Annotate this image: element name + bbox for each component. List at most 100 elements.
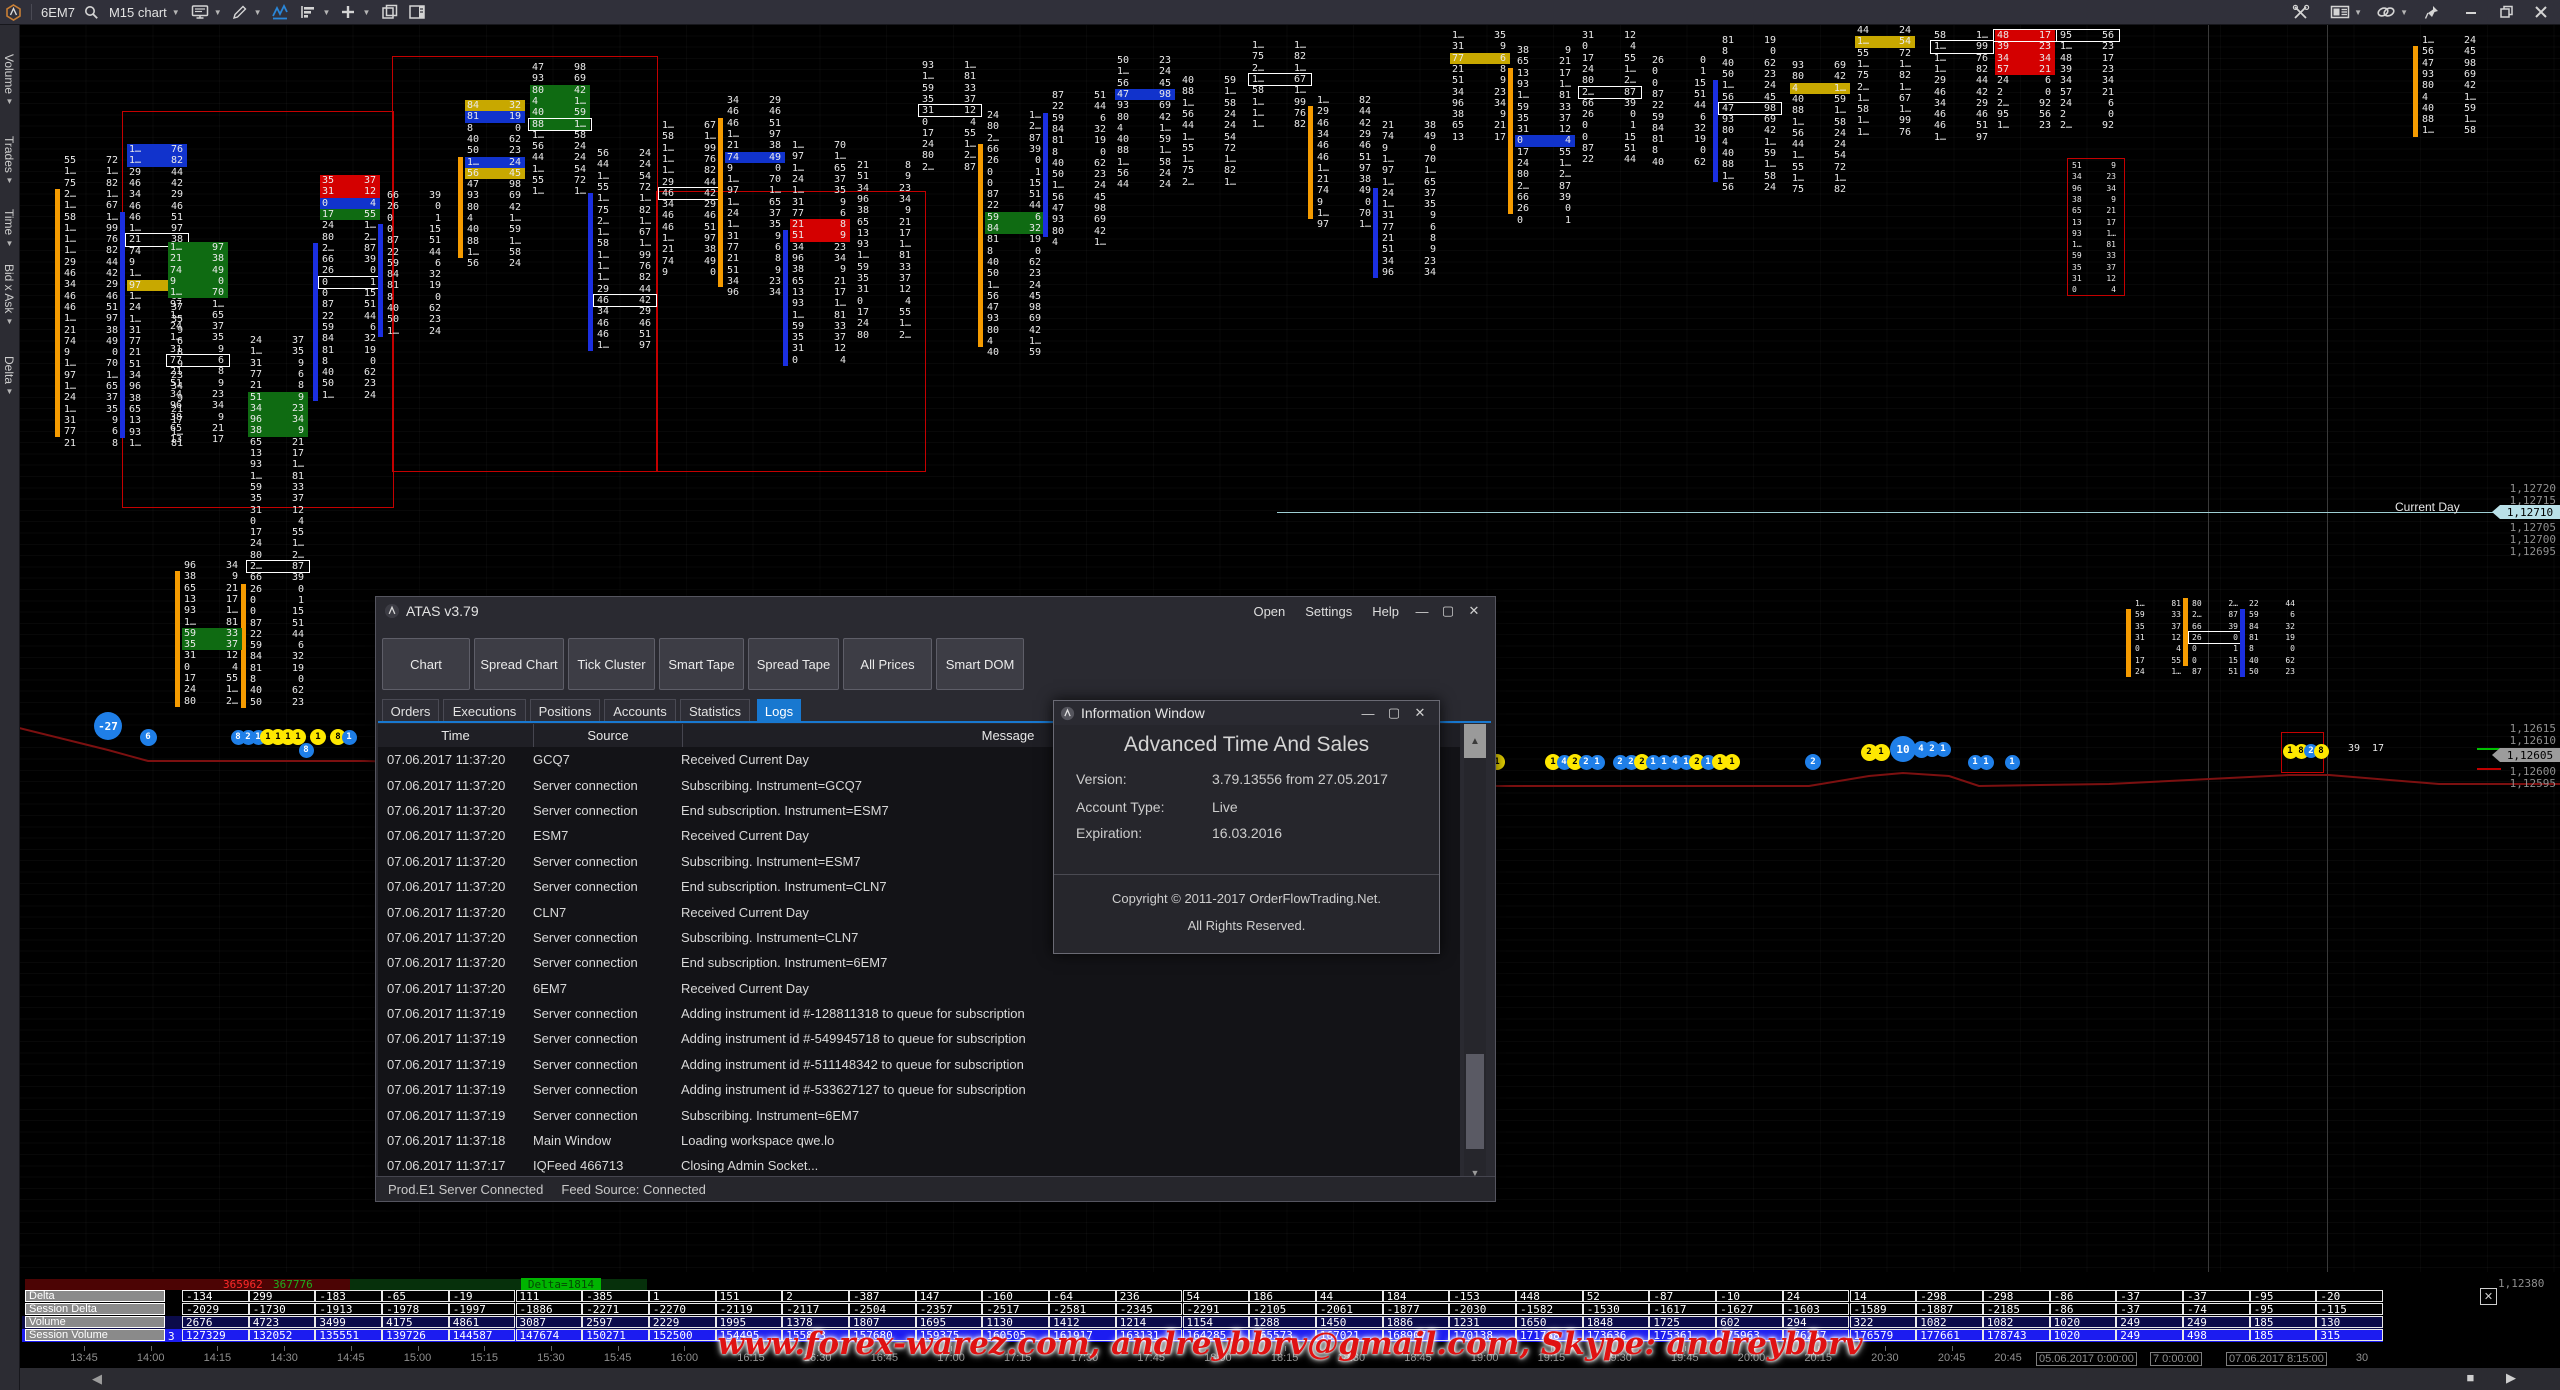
link-icon[interactable] [2376,2,2396,22]
log-row[interactable]: 07.06.2017 11:37:19Server connectionAddi… [378,1001,1460,1026]
column-header-source[interactable]: Source [534,724,683,747]
close-window-icon[interactable] [2531,2,2551,22]
maximize-button[interactable]: ▢ [1435,603,1461,619]
price-tag-arrow [2492,748,2500,762]
indicator-cell: 1 [649,1290,716,1302]
tools-icon[interactable] [2291,2,2311,22]
sidebar-item-delta[interactable]: Delta ▼ [2,356,16,396]
chevron-down-icon[interactable]: ▼ [2400,8,2408,17]
time-tick [217,1346,218,1351]
horizontal-scrollbar[interactable]: ◀ ■ ▶ [19,1368,2560,1390]
pin-icon[interactable] [2422,2,2442,22]
indicator-cell: 139726 [382,1329,449,1341]
tab-statistics[interactable]: Statistics [680,699,750,722]
chevron-down-icon[interactable]: ▼ [362,8,370,17]
copyright-line-2: All Rights Reserved. [1054,918,1439,933]
window-button-spread-tape[interactable]: Spread Tape [748,638,839,690]
tab-executions[interactable]: Executions [443,699,526,722]
add-indicator-icon[interactable] [338,2,358,22]
chevron-down-icon[interactable]: ▼ [214,8,222,17]
chevron-down-icon[interactable]: ▼ [2354,8,2362,17]
info-window-title-bar[interactable]: Information Window — ▢ ✕ [1054,701,1439,725]
column-header-time[interactable]: Time [378,724,534,747]
window-list-icon[interactable] [2330,2,2350,22]
log-row[interactable]: 07.06.2017 11:37:19Server connectionAddi… [378,1026,1460,1051]
log-row[interactable]: 07.06.2017 11:37:17IQFeed 466713Closing … [378,1153,1460,1178]
indicator-cell: -1978 [382,1303,449,1315]
menu-settings[interactable]: Settings [1305,604,1352,619]
panel-close-icon[interactable]: ✕ [2480,1288,2497,1305]
line-chart-icon[interactable] [270,2,290,22]
maximize-button[interactable]: ▢ [1381,705,1407,721]
instrument-label[interactable]: 6EM7 [41,5,75,20]
close-button[interactable]: ✕ [1461,603,1487,619]
indicator-cell: -183 [315,1290,382,1302]
menu-open[interactable]: Open [1253,604,1285,619]
log-row[interactable]: 07.06.2017 11:37:206EM7Received Current … [378,976,1460,1001]
dialog-title-bar[interactable]: ATAS v3.79 Open Settings Help — ▢ ✕ [376,597,1495,625]
log-table-scrollbar[interactable]: ▲ ▼ [1464,724,1486,1181]
window-button-tick-cluster[interactable]: Tick Cluster [568,638,655,690]
scrollbar-thumb[interactable] [1466,1054,1484,1149]
indicator-cell: 4175 [382,1316,449,1328]
indicator-cell: 14 [1850,1290,1917,1302]
delta-bubble: 1 [1936,742,1951,757]
menu-help[interactable]: Help [1372,604,1399,619]
pencil-icon[interactable] [230,2,250,22]
scroll-up-arrow[interactable]: ▲ [1464,724,1486,758]
duplicate-window-icon[interactable] [380,2,400,22]
window-button-smart-dom[interactable]: Smart DOM [936,638,1024,690]
search-icon[interactable] [82,2,102,22]
indicator-cell: -2291 [1183,1303,1250,1315]
indicator-cell: -1589 [1850,1303,1917,1315]
log-source: ESM7 [533,828,681,843]
timeframe-selector[interactable]: M15 chart [109,5,167,20]
replay-controls[interactable]: ■ ▶ [2467,1370,2530,1386]
restore-window-icon[interactable] [2496,2,2516,22]
window-button-all-prices[interactable]: All Prices [843,638,932,690]
chevron-down-icon[interactable]: ▼ [254,8,262,17]
log-time: 07.06.2017 11:37:20 [378,803,533,818]
close-button[interactable]: ✕ [1407,705,1433,721]
minimize-window-icon[interactable] [2461,2,2481,22]
product-name: Advanced Time And Sales [1054,733,1439,757]
time-label: 05.06.2017 0:00:00 [2036,1352,2137,1366]
log-row[interactable]: 07.06.2017 11:37:19Server connectionAddi… [378,1077,1460,1102]
indicator-cell: -1877 [1383,1303,1450,1315]
price-axis-label: 1,12610 [2510,734,2556,747]
log-row[interactable]: 07.06.2017 11:37:19Server connectionSubs… [378,1102,1460,1127]
log-message: Adding instrument id #-533627127 to queu… [681,1082,1460,1097]
sidebar-item-time[interactable]: Time ▼ [2,209,16,248]
log-row[interactable]: 07.06.2017 11:37:19Server connectionAddi… [378,1052,1460,1077]
chevron-down-icon[interactable]: ▼ [323,8,331,17]
window-button-spread-chart[interactable]: Spread Chart [474,638,564,690]
chevron-down-icon: ▼ [5,387,14,396]
log-row[interactable]: 07.06.2017 11:37:18Main WindowLoading wo… [378,1128,1460,1153]
sidebar-item-volume[interactable]: Volume ▼ [2,54,16,106]
chevron-down-icon[interactable]: ▼ [172,8,180,17]
log-source: Server connection [533,1006,681,1021]
indicator-cell: 2 [782,1290,849,1302]
indicator-cell: 4723 [249,1316,316,1328]
window-button-chart[interactable]: Chart [382,638,470,690]
row-label: Session Delta [25,1303,165,1315]
indicator-cell: 132052 [249,1329,316,1341]
indicator-cell: 185 [2250,1316,2317,1328]
window-button-smart-tape[interactable]: Smart Tape [659,638,744,690]
layout-panel-icon[interactable] [407,2,427,22]
sidebar-item-bidxask[interactable]: Bid x Ask ▼ [2,264,16,326]
monitor-icon[interactable] [190,2,210,22]
cluster-mode-icon[interactable] [299,2,319,22]
tab-orders[interactable]: Orders [382,699,439,722]
tab-logs[interactable]: Logs [757,699,801,722]
tab-positions[interactable]: Positions [530,699,600,722]
time-tick [84,1346,85,1351]
minimize-button[interactable]: — [1355,706,1381,721]
minimize-button[interactable]: — [1409,604,1435,619]
information-window[interactable]: Information Window — ▢ ✕ Advanced Time A… [1053,700,1440,954]
sidebar-item-trades[interactable]: Trades ▼ [2,136,16,185]
scroll-left-arrow[interactable]: ◀ [92,1371,102,1387]
indicator-cell: 135551 [315,1329,382,1341]
tab-accounts[interactable]: Accounts [604,699,676,722]
log-source: Main Window [533,1133,681,1148]
